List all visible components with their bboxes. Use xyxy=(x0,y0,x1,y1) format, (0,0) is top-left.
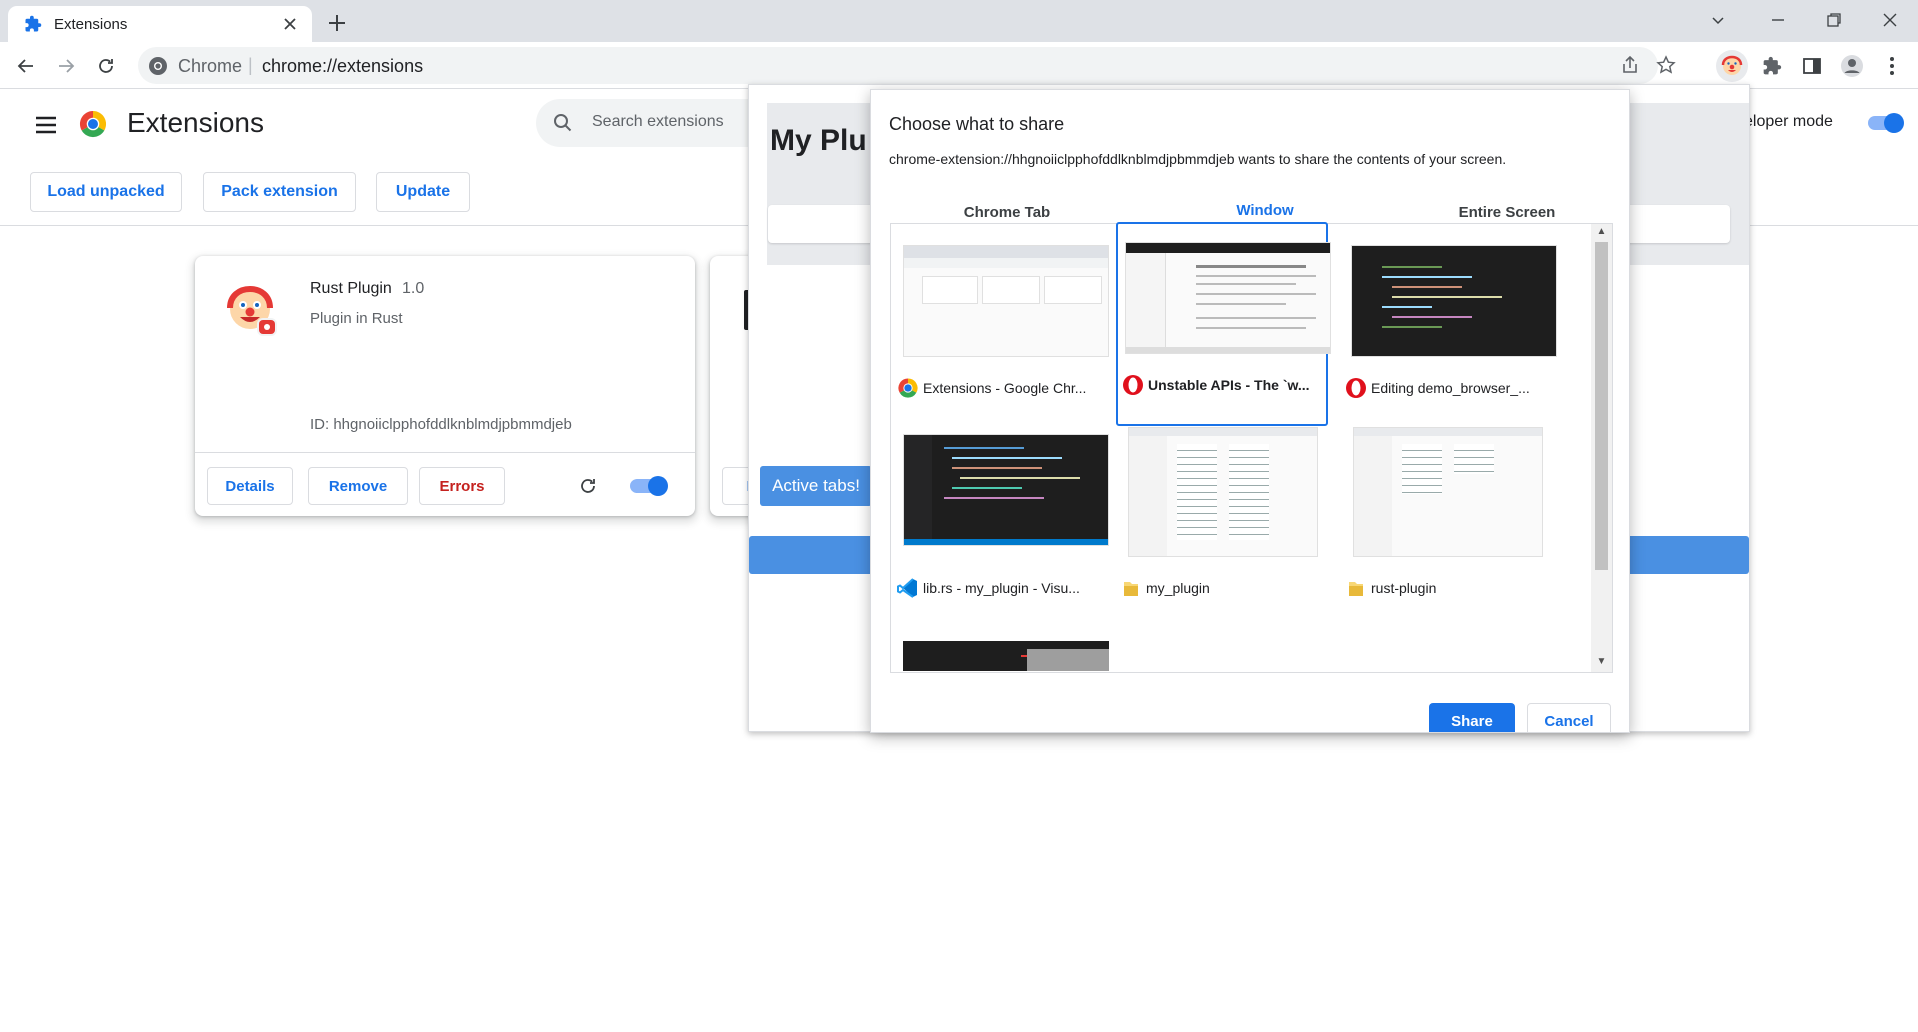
scroll-down-icon[interactable]: ▼ xyxy=(1595,656,1608,670)
browser-tab-extensions[interactable]: Extensions xyxy=(8,6,312,42)
window-list-scrollbar[interactable]: ▲ ▼ xyxy=(1591,224,1612,672)
opera-icon xyxy=(1122,374,1144,396)
search-extensions-field[interactable]: Search extensions xyxy=(536,99,776,147)
search-icon xyxy=(552,112,574,134)
chrome-site-icon xyxy=(148,56,168,76)
address-bar[interactable]: Chrome | chrome://extensions xyxy=(138,47,1676,84)
opera-icon xyxy=(1345,377,1367,399)
popup-title: My Plu xyxy=(770,124,867,157)
folder-icon xyxy=(1120,577,1142,599)
active-tabs-button[interactable]: Active tabs! xyxy=(760,466,872,506)
window-thumbnail xyxy=(1128,427,1318,557)
back-arrow-icon[interactable] xyxy=(10,50,42,82)
share-button[interactable]: Share xyxy=(1429,703,1515,732)
update-button[interactable]: Update xyxy=(376,172,470,212)
tab-search-chevron-icon[interactable] xyxy=(1690,0,1746,40)
extensions-puzzle-icon[interactable] xyxy=(1756,50,1788,82)
search-placeholder: Search extensions xyxy=(592,113,724,130)
window-thumbnail xyxy=(1125,242,1331,354)
extension-card: Rust Plugin 1.0 Plugin in Rust ID: hhgno… xyxy=(195,256,695,516)
errors-button[interactable]: Errors xyxy=(419,467,505,505)
minimize-icon[interactable] xyxy=(1750,0,1806,40)
details-button[interactable]: Details xyxy=(207,467,293,505)
puzzle-icon xyxy=(24,15,42,33)
tab-strip: Extensions xyxy=(0,0,1918,42)
window-item[interactable]: rust-plugin xyxy=(1341,427,1551,627)
reload-icon[interactable] xyxy=(90,50,122,82)
window-label: lib.rs - my_plugin - Visu... xyxy=(897,577,1101,599)
new-tab-icon[interactable] xyxy=(324,10,350,36)
remove-button[interactable]: Remove xyxy=(308,467,408,505)
clown-extension-icon[interactable] xyxy=(1716,50,1748,82)
window-item[interactable]: Editing demo_browser_... xyxy=(1341,227,1557,427)
window-thumbnail-partial[interactable] xyxy=(903,641,1109,671)
more-menu-icon[interactable] xyxy=(1876,50,1908,82)
tab-title: Extensions xyxy=(54,16,128,33)
card-divider xyxy=(195,452,695,453)
forward-arrow-icon[interactable] xyxy=(50,50,82,82)
window-item[interactable]: my_plugin xyxy=(1116,427,1326,627)
hamburger-menu-icon[interactable] xyxy=(34,115,58,135)
window-thumbnail xyxy=(903,245,1109,357)
vscode-icon xyxy=(897,577,919,599)
window-item[interactable]: Extensions - Google Chr... xyxy=(893,227,1109,427)
window-label: Editing demo_browser_... xyxy=(1345,377,1549,399)
close-window-icon[interactable] xyxy=(1862,0,1918,40)
reload-extension-icon[interactable] xyxy=(578,476,598,496)
window-thumbnail xyxy=(1351,245,1557,357)
side-panel-icon[interactable] xyxy=(1796,50,1828,82)
extension-name: Rust Plugin xyxy=(310,280,392,297)
scroll-up-icon[interactable]: ▲ xyxy=(1595,226,1608,240)
chrome-icon xyxy=(897,377,919,399)
dialog-subtitle: chrome-extension://hhgnoiiclpphofddlknbl… xyxy=(889,151,1507,167)
omnibox-separator: | xyxy=(248,55,253,75)
load-unpacked-button[interactable]: Load unpacked xyxy=(30,172,182,212)
window-label: rust-plugin xyxy=(1345,577,1549,599)
window-thumbnail xyxy=(1353,427,1543,557)
window-item[interactable]: lib.rs - my_plugin - Visu... xyxy=(893,427,1109,627)
extension-description: Plugin in Rust xyxy=(310,310,403,327)
chrome-logo-icon xyxy=(78,109,108,139)
page-title: Extensions xyxy=(127,107,264,138)
window-label: my_plugin xyxy=(1120,577,1324,599)
cancel-button[interactable]: Cancel xyxy=(1527,703,1611,732)
scrollbar-thumb[interactable] xyxy=(1595,242,1608,570)
window-picker-list: Extensions - Google Chr... Unstable APIs… xyxy=(890,222,1613,673)
window-label: Unstable APIs - The `w... xyxy=(1122,374,1326,396)
window-thumbnail xyxy=(903,434,1109,546)
extension-enabled-toggle[interactable] xyxy=(628,474,672,498)
share-screen-dialog: Choose what to share chrome-extension://… xyxy=(870,89,1630,733)
omnibox-site-label: Chrome xyxy=(178,56,243,76)
restore-icon[interactable] xyxy=(1806,0,1862,40)
extension-version: 1.0 xyxy=(402,280,425,297)
share-page-icon[interactable] xyxy=(1614,49,1646,81)
extension-id: ID: hhgnoiiclpphofddlknblmdjpbmmdjeb xyxy=(310,416,572,433)
window-label: Extensions - Google Chr... xyxy=(897,377,1101,399)
developer-mode-toggle[interactable] xyxy=(1866,111,1906,135)
clown-extension-logo-icon xyxy=(225,284,281,340)
profile-avatar-icon[interactable] xyxy=(1836,50,1868,82)
window-item-selected[interactable]: Unstable APIs - The `w... xyxy=(1116,222,1331,426)
dialog-title: Choose what to share xyxy=(889,114,1065,134)
bookmark-star-icon[interactable] xyxy=(1650,49,1682,81)
developer-mode-label: eloper mode xyxy=(1744,113,1833,130)
omnibox-url[interactable]: chrome://extensions xyxy=(262,56,423,77)
folder-icon xyxy=(1345,577,1367,599)
browser-toolbar: Chrome | chrome://extensions xyxy=(0,42,1918,89)
close-tab-icon[interactable] xyxy=(280,14,300,34)
pack-extension-button[interactable]: Pack extension xyxy=(203,172,356,212)
